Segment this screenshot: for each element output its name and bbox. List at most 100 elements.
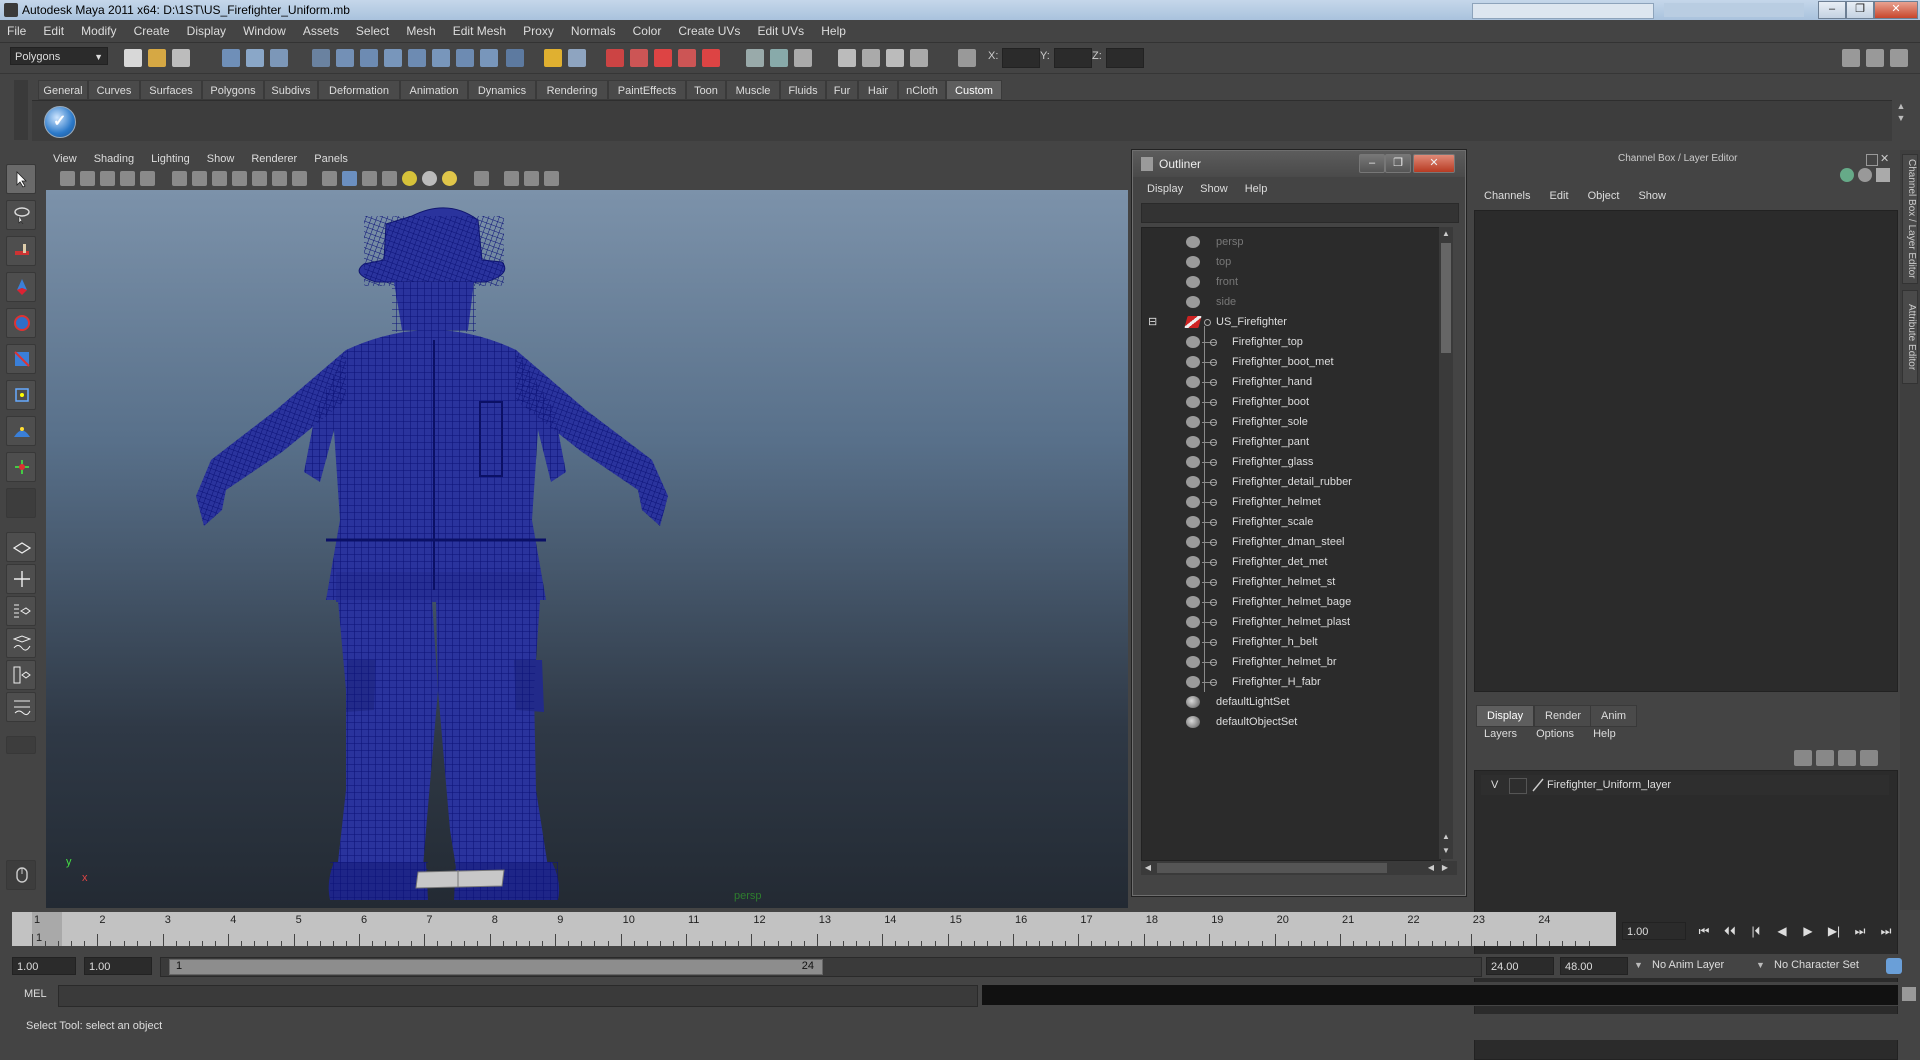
- outliner-close-button[interactable]: ✕: [1413, 154, 1455, 173]
- menu-file[interactable]: File: [0, 20, 33, 38]
- anim-layer-chevron-down-icon[interactable]: ▼: [1634, 960, 1643, 970]
- menu-edit-mesh[interactable]: Edit Mesh: [446, 20, 513, 38]
- menu-modify[interactable]: Modify: [74, 20, 123, 38]
- outliner-item[interactable]: persp: [1142, 232, 1438, 252]
- textured-icon[interactable]: [382, 171, 397, 186]
- channel-box-menu-channels[interactable]: Channels: [1478, 190, 1540, 202]
- select-curves-icon[interactable]: [360, 49, 378, 67]
- show-hide-tool-settings-icon[interactable]: [1866, 49, 1884, 67]
- menu-select[interactable]: Select: [349, 20, 396, 38]
- layer-name[interactable]: Firefighter_Uniform_layer: [1547, 779, 1671, 791]
- tab-muscle[interactable]: Muscle: [726, 80, 780, 100]
- universal-manipulator-icon[interactable]: [6, 380, 36, 410]
- outliner-menu-help[interactable]: Help: [1239, 181, 1276, 195]
- viewport-menu-shading[interactable]: Shading: [87, 150, 141, 165]
- layer-row[interactable]: V Firefighter_Uniform_layer: [1481, 775, 1889, 795]
- channel-box-info-icon[interactable]: [1858, 168, 1872, 182]
- outliner-item[interactable]: Firefighter_top: [1142, 332, 1438, 352]
- isolate-select-icon[interactable]: [474, 171, 489, 186]
- outliner-maximize-button[interactable]: ❐: [1385, 154, 1411, 173]
- step-forward-frame-icon[interactable]: ▶|: [1824, 922, 1844, 940]
- ipr-render-icon[interactable]: [862, 49, 880, 67]
- command-input[interactable]: [58, 985, 978, 1007]
- default-lighting-icon[interactable]: [402, 171, 417, 186]
- outliner-item[interactable]: ⊟ US_Firefighter: [1142, 312, 1438, 692]
- select-by-component-icon[interactable]: [270, 49, 288, 67]
- auto-key-icon[interactable]: [1886, 958, 1902, 974]
- outliner-item[interactable]: top: [1142, 252, 1438, 272]
- single-perspective-layout-icon[interactable]: [6, 532, 36, 562]
- outliner-menu-show[interactable]: Show: [1194, 181, 1236, 195]
- select-joints-icon[interactable]: [336, 49, 354, 67]
- shelf-scroll-arrows[interactable]: ▲ ▼: [1894, 100, 1908, 140]
- select-by-object-icon[interactable]: [246, 49, 264, 67]
- film-gate-icon[interactable]: [192, 171, 207, 186]
- snap-point-icon[interactable]: [654, 49, 672, 67]
- tab-surfaces[interactable]: Surfaces: [140, 80, 202, 100]
- layer-tab-display[interactable]: Display: [1476, 705, 1535, 727]
- snap-view-plane-icon[interactable]: [678, 49, 696, 67]
- step-forward-key-icon[interactable]: ⏭: [1850, 922, 1870, 940]
- outliner-item[interactable]: Firefighter_hand: [1142, 372, 1438, 392]
- step-back-key-icon[interactable]: ⏴⏴: [1720, 922, 1740, 940]
- menu-proxy[interactable]: Proxy: [516, 20, 561, 38]
- side-tab-channel-box[interactable]: Channel Box / Layer Editor: [1902, 154, 1918, 284]
- safe-action-icon[interactable]: [272, 171, 287, 186]
- show-manipulator-tool-icon[interactable]: [6, 452, 36, 482]
- scale-tool-icon[interactable]: [6, 344, 36, 374]
- channel-box-menu-object[interactable]: Object: [1582, 190, 1630, 202]
- rotate-tool-icon[interactable]: [6, 308, 36, 338]
- close-button[interactable]: ✕: [1874, 1, 1918, 19]
- scroll-down-arrow-icon[interactable]: ▼: [1440, 845, 1452, 857]
- checkmark-shelf-icon[interactable]: [44, 106, 76, 138]
- play-forwards-icon[interactable]: ▶: [1798, 922, 1818, 940]
- tab-hair[interactable]: Hair: [858, 80, 898, 100]
- outliner-item[interactable]: Firefighter_helmet_st: [1142, 572, 1438, 592]
- scroll-left-arrow-icon-right[interactable]: ◀: [1425, 862, 1437, 874]
- outliner-item[interactable]: Firefighter_helmet_bage: [1142, 592, 1438, 612]
- wireframe-icon[interactable]: [322, 171, 337, 186]
- make-live-icon[interactable]: [702, 49, 720, 67]
- field-chart-icon[interactable]: [252, 171, 267, 186]
- select-tool-icon[interactable]: [6, 164, 36, 194]
- outliner-item[interactable]: defaultObjectSet: [1142, 712, 1438, 732]
- side-tab-attribute-editor[interactable]: Attribute Editor: [1902, 290, 1918, 384]
- outliner-item[interactable]: Firefighter_helmet: [1142, 492, 1438, 512]
- tab-rendering[interactable]: Rendering: [536, 80, 608, 100]
- outliner-item[interactable]: Firefighter_scale: [1142, 512, 1438, 532]
- layer-color-swatch[interactable]: [1509, 778, 1527, 794]
- layer-tab-anim[interactable]: Anim: [1590, 705, 1638, 727]
- scroll-up-arrow-icon-lower[interactable]: ▲: [1440, 831, 1452, 843]
- channel-box-menu-edit[interactable]: Edit: [1544, 190, 1579, 202]
- menu-set-dropdown[interactable]: Polygons ▼: [10, 47, 108, 65]
- render-frame-icon[interactable]: [838, 49, 856, 67]
- snap-curve-icon[interactable]: [630, 49, 648, 67]
- outliner-item[interactable]: defaultLightSet: [1142, 692, 1438, 712]
- channel-box-close-icon[interactable]: ✕: [1880, 152, 1889, 165]
- animation-end-time-field[interactable]: 48.00: [1560, 957, 1628, 975]
- collapse-toggle-icon[interactable]: ⊟: [1148, 312, 1157, 332]
- tab-custom[interactable]: Custom: [946, 80, 1002, 100]
- outliner-item[interactable]: Firefighter_sole: [1142, 412, 1438, 432]
- viewport-menu-show[interactable]: Show: [200, 150, 242, 165]
- menu-create[interactable]: Create: [127, 20, 177, 38]
- tab-animation[interactable]: Animation: [400, 80, 468, 100]
- range-slider-thumb[interactable]: 1 24: [169, 959, 823, 975]
- grid-icon[interactable]: [172, 171, 187, 186]
- outliner-item[interactable]: Firefighter_helmet_plast: [1142, 612, 1438, 632]
- tab-subdivs[interactable]: Subdivs: [264, 80, 318, 100]
- hypershade-icon[interactable]: [910, 49, 928, 67]
- outliner-horizontal-scrollbar[interactable]: ◀ ◀ ▶: [1141, 861, 1457, 875]
- select-dynamics-icon[interactable]: [432, 49, 450, 67]
- new-scene-icon[interactable]: [124, 49, 142, 67]
- outliner-title-bar[interactable]: Outliner – ❐ ✕: [1133, 151, 1465, 177]
- channel-box-pick-icon[interactable]: [1876, 168, 1890, 182]
- lock-selection-icon[interactable]: [544, 49, 562, 67]
- menu-window[interactable]: Window: [236, 20, 293, 38]
- perspective-viewport[interactable]: persp y x: [46, 190, 1128, 908]
- outliner-hscroll-thumb[interactable]: [1157, 863, 1387, 873]
- camera-attributes-icon[interactable]: [80, 171, 95, 186]
- render-settings-icon[interactable]: [886, 49, 904, 67]
- step-back-frame-icon[interactable]: |⏴: [1746, 922, 1766, 940]
- shadows-icon[interactable]: [442, 171, 457, 186]
